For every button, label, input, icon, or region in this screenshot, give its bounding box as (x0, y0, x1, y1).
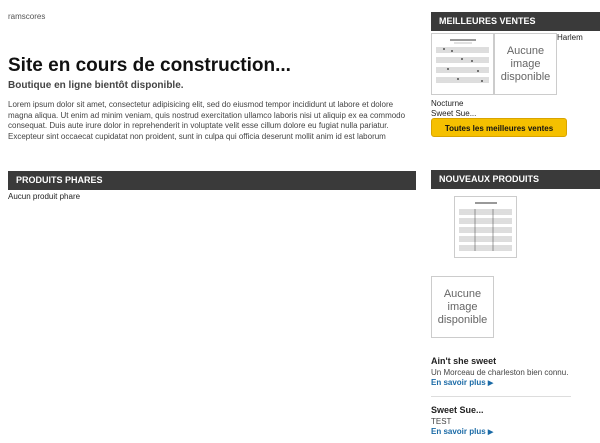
sheet-music-icon (459, 202, 512, 251)
main-content: Site en cours de construction... Boutiqu… (8, 40, 416, 142)
site-name[interactable]: ramscores (8, 12, 45, 21)
product-desc-sweet-sue: TEST (431, 417, 452, 426)
triangle-right-icon: ▶ (487, 380, 494, 387)
intro-text: Lorem ipsum dolor sit amet, consectetur … (8, 100, 406, 141)
read-more-link-sweet-sue[interactable]: En savoir plus ▶ (431, 427, 493, 436)
bestsellers-heading: Meilleures ventes (431, 12, 600, 31)
triangle-right-icon: ▶ (487, 429, 494, 436)
product-name-aint-she-sweet[interactable]: Ain't she sweet (431, 356, 496, 366)
read-more-link-aint-she-sweet[interactable]: En savoir plus ▶ (431, 378, 493, 387)
bestseller-sheet-music-thumbnail[interactable] (431, 33, 494, 95)
page-subtitle: Boutique en ligne bientôt disponible. (8, 80, 184, 91)
divider (431, 396, 571, 397)
new-product-sheet-music-thumbnail[interactable] (454, 196, 517, 258)
new-product-no-image-placeholder[interactable]: Aucune image disponible (431, 276, 494, 338)
bestseller-no-image-placeholder[interactable]: Aucune image disponible (494, 33, 557, 95)
new-products-heading: Nouveaux produits (431, 170, 600, 189)
bestseller-item-sweet-sue[interactable]: Sweet Sue... (431, 109, 476, 118)
featured-heading: Produits phares (8, 171, 416, 190)
page-title: Site en cours de construction... (8, 55, 291, 76)
sheet-music-icon (436, 39, 489, 83)
bestseller-item-nocturne[interactable]: Nocturne (431, 99, 463, 108)
featured-empty-text: Aucun produit phare (8, 192, 81, 201)
read-more-label: En savoir plus (431, 378, 486, 387)
product-name-sweet-sue[interactable]: Sweet Sue... (431, 405, 484, 415)
product-desc-aint-she-sweet: Un Morceau de charleston bien connu. (431, 368, 569, 377)
all-bestsellers-button[interactable]: Toutes les meilleures ventes (431, 118, 567, 137)
bestseller-item-harlem[interactable]: Harlem (557, 33, 583, 42)
read-more-label: En savoir plus (431, 427, 486, 436)
